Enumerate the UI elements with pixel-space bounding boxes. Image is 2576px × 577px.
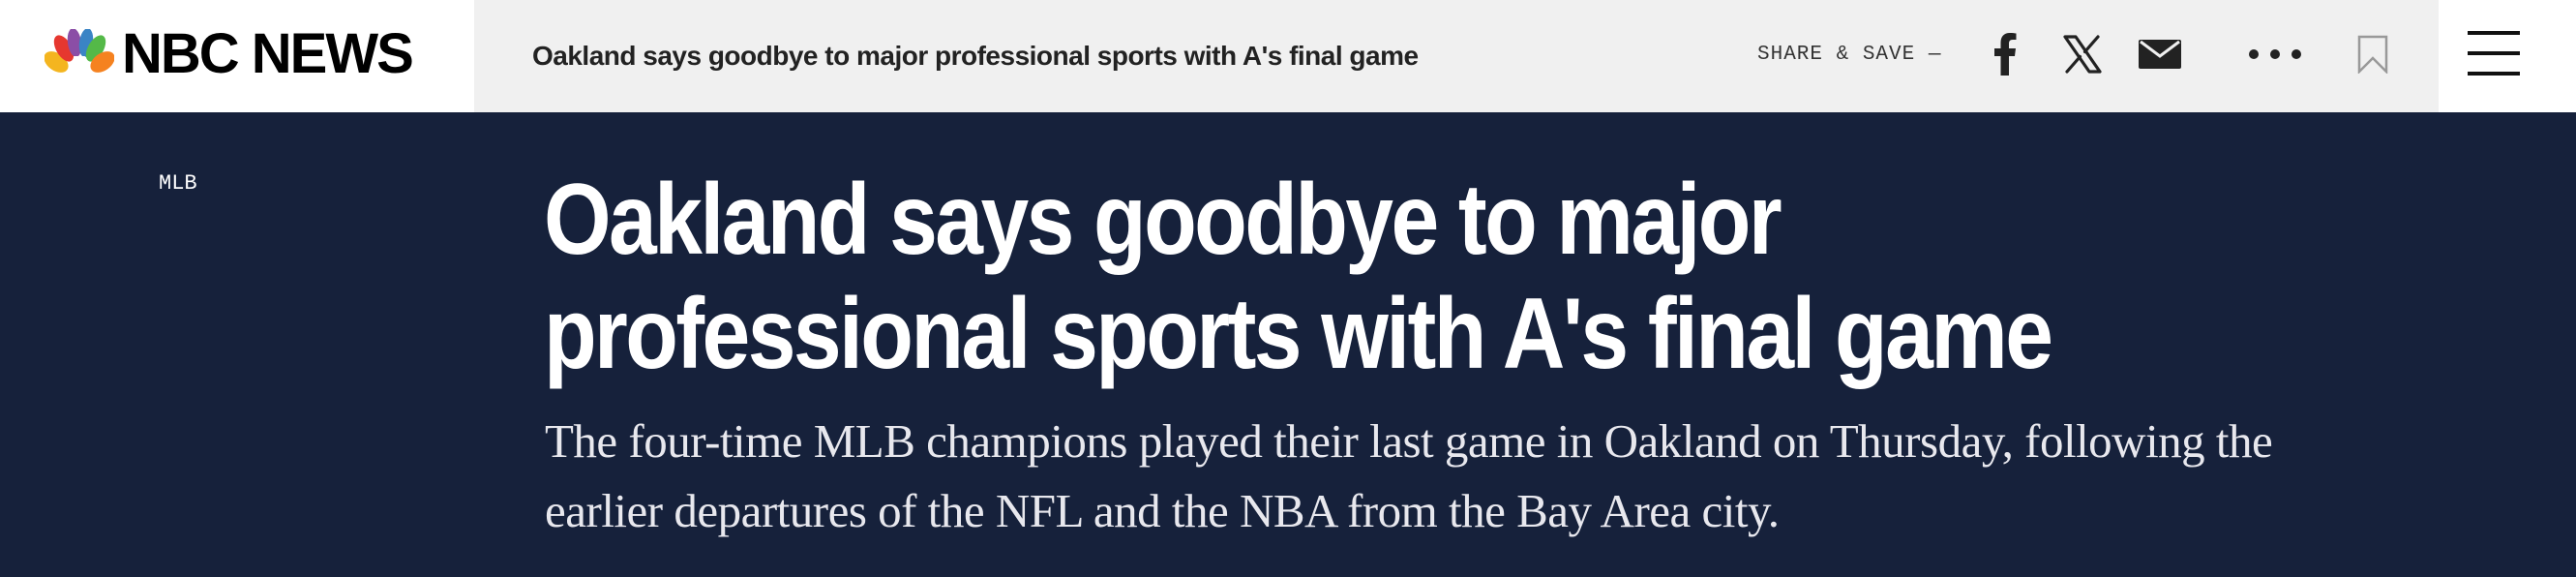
- sticky-headline: Oakland says goodbye to major profession…: [532, 41, 1419, 71]
- email-icon: [2139, 40, 2181, 69]
- top-navigation-bar: NBC NEWS Oakland says goodbye to major p…: [0, 0, 2576, 112]
- facebook-icon: [1994, 33, 2017, 76]
- menu-icon[interactable]: [2468, 29, 2520, 77]
- bookmark-icon: [2357, 35, 2388, 74]
- save-bookmark-button[interactable]: [2353, 25, 2392, 83]
- more-icon: [2249, 49, 2301, 59]
- article-dek: The four-time MLB champions played their…: [545, 414, 2273, 537]
- share-save-label: SHARE & SAVE —: [1757, 44, 1942, 66]
- section-label[interactable]: MLB: [159, 168, 197, 199]
- logo-link[interactable]: NBC NEWS: [0, 0, 474, 112]
- email-share-button[interactable]: [2137, 25, 2183, 83]
- more-options-button[interactable]: [2247, 25, 2303, 83]
- logo-wordmark: NBC NEWS: [122, 22, 414, 85]
- facebook-share-button[interactable]: [1986, 25, 2024, 83]
- x-icon: [2063, 35, 2102, 74]
- article-title: Oakland says goodbye to major profession…: [544, 164, 2053, 390]
- peacock-logo-icon: [45, 29, 114, 77]
- x-share-button[interactable]: [2061, 25, 2104, 83]
